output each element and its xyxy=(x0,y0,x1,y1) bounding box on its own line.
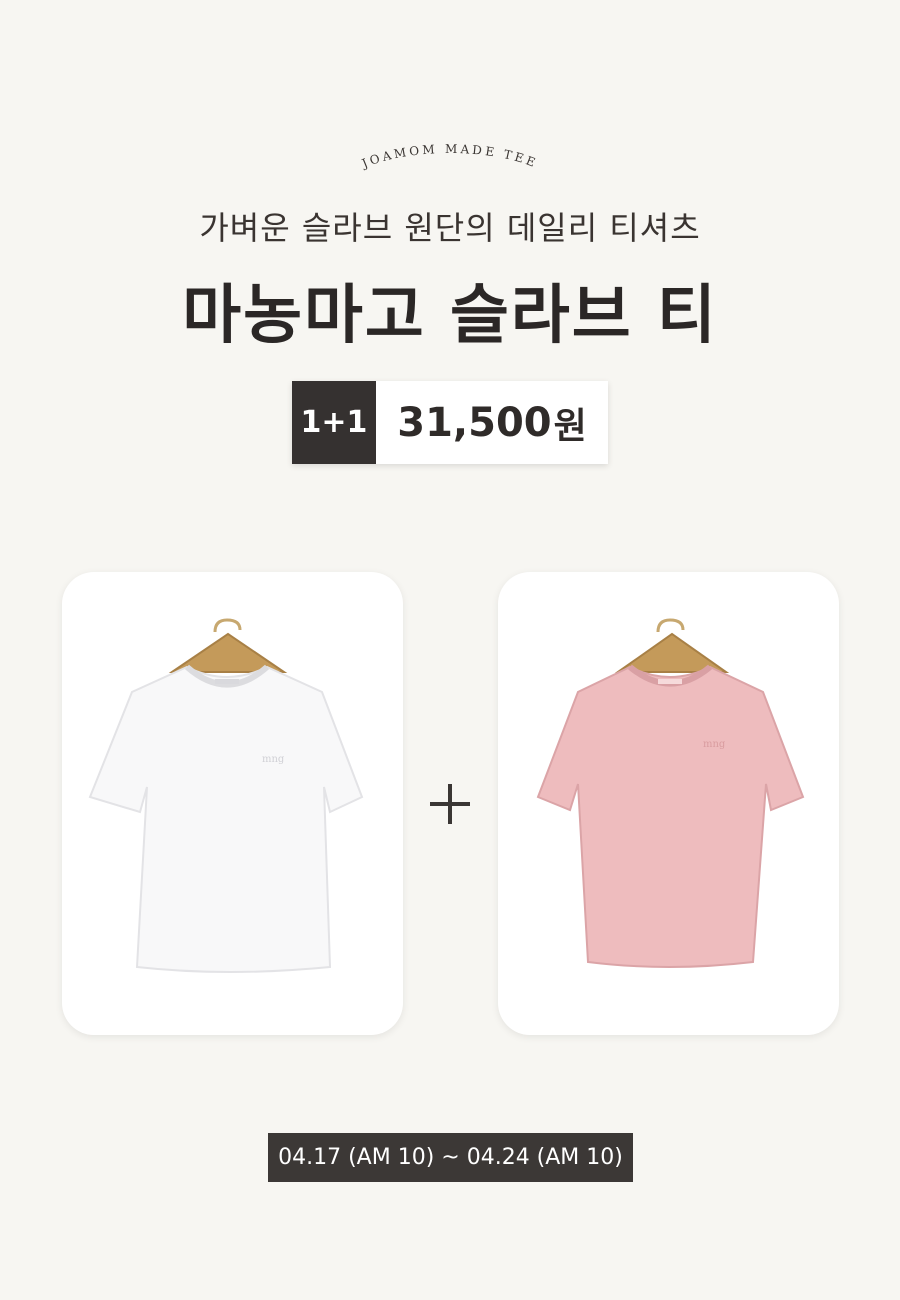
page-title: 마농마고 슬라브 티 xyxy=(182,279,718,353)
svg-text:mng: mng xyxy=(703,739,726,750)
price-unit: 원 xyxy=(553,405,587,447)
price-box: 1+1 31,500 원 xyxy=(292,381,608,464)
plus-icon xyxy=(430,784,470,824)
event-date-range: 04.17 (AM 10) ~ 04.24 (AM 10) xyxy=(268,1133,633,1182)
svg-text:mng: mng xyxy=(262,754,285,765)
pink-tshirt-image: mng xyxy=(536,618,805,968)
svg-text:JOAMOM MADE TEE: JOAMOM MADE TEE xyxy=(358,142,540,172)
white-tshirt-image: mng xyxy=(88,618,364,973)
price-value: 31,500 원 xyxy=(376,381,608,464)
page-subtitle: 가벼운 슬라브 원단의 데일리 티셔츠 xyxy=(199,209,701,247)
hanger-icon xyxy=(168,618,288,673)
promo-badge: 1+1 xyxy=(292,381,376,464)
hanger-icon xyxy=(614,618,730,673)
product-card-white[interactable]: mng xyxy=(62,572,403,1035)
product-card-pink[interactable]: mng xyxy=(498,572,839,1035)
brand-arc-text: JOAMOM MADE TEE xyxy=(358,142,540,172)
price-amount: 31,500 xyxy=(397,399,552,446)
brand-arc-label: JOAMOM MADE TEE xyxy=(358,142,537,172)
